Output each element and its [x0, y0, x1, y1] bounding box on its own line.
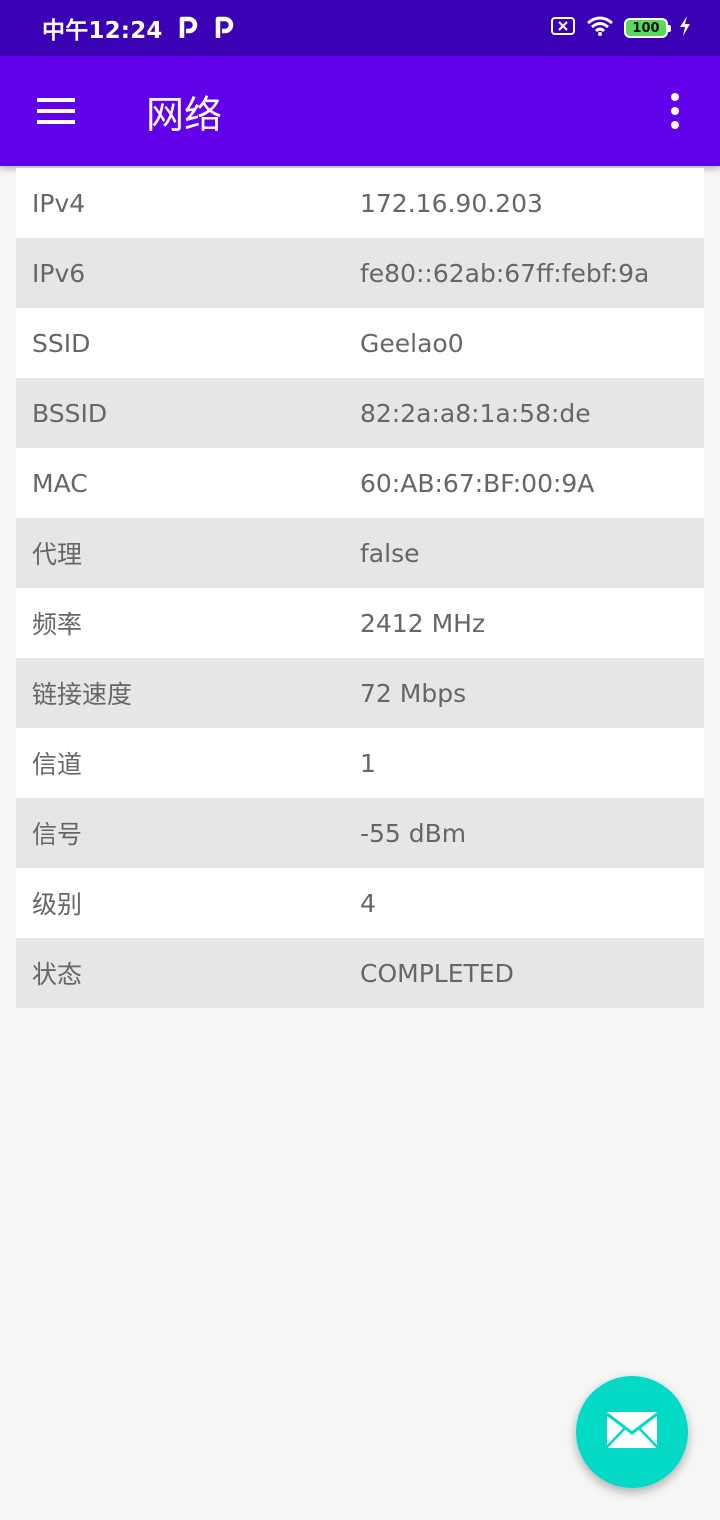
- overflow-menu-button[interactable]: [630, 56, 720, 166]
- page-title: 网络: [146, 92, 223, 137]
- email-icon: [606, 1411, 658, 1453]
- table-row: SSID Geelao0: [16, 308, 704, 378]
- table-row: 信号 -55 dBm: [16, 798, 704, 868]
- battery-level: 100: [632, 20, 660, 36]
- table-row: BSSID 82:2a:a8:1a:58:de: [16, 378, 704, 448]
- status-bar: 中午12:24 100: [0, 0, 720, 56]
- row-value: false: [360, 538, 420, 568]
- row-key: MAC: [32, 468, 88, 498]
- table-row: 状态 COMPLETED: [16, 938, 704, 1008]
- status-right: 100: [550, 15, 692, 41]
- row-value: -55 dBm: [360, 818, 467, 848]
- table-row: 链接速度 72 Mbps: [16, 658, 704, 728]
- row-key: 信道: [32, 750, 83, 779]
- wifi-icon: [586, 15, 614, 41]
- row-value: 82:2a:a8:1a:58:de: [360, 398, 591, 428]
- row-value: COMPLETED: [360, 958, 514, 988]
- email-fab-button[interactable]: [576, 1376, 688, 1488]
- table-row: 级别 4: [16, 868, 704, 938]
- row-value: 1: [360, 748, 376, 778]
- menu-button[interactable]: [0, 56, 112, 166]
- row-value: 72 Mbps: [360, 678, 467, 708]
- charging-icon: [678, 15, 692, 41]
- row-value: 172.16.90.203: [360, 188, 543, 218]
- table-row: MAC 60:AB:67:BF:00:9A: [16, 448, 704, 518]
- status-left: 中午12:24: [42, 11, 235, 45]
- row-value: fe80::62ab:67ff:febf:9a: [360, 258, 650, 288]
- row-value: Geelao0: [360, 328, 464, 358]
- p-icon: [177, 16, 199, 40]
- hamburger-icon: [37, 98, 75, 124]
- table-row: 信道 1: [16, 728, 704, 798]
- table-row: 代理 false: [16, 518, 704, 588]
- status-time: 中午12:24: [42, 18, 163, 44]
- table-row: 频率 2412 MHz: [16, 588, 704, 658]
- row-key: BSSID: [32, 398, 108, 428]
- row-key: IPv4: [32, 188, 86, 218]
- row-key: 信号: [32, 820, 83, 849]
- row-key: SSID: [32, 328, 91, 358]
- row-key: 级别: [32, 890, 83, 919]
- row-key: 频率: [32, 610, 83, 639]
- more-vert-icon: [671, 93, 679, 101]
- row-value: 60:AB:67:BF:00:9A: [360, 468, 595, 498]
- row-key: 链接速度: [32, 680, 133, 709]
- row-key: IPv6: [32, 258, 86, 288]
- app-bar: 网络: [0, 56, 720, 166]
- p-icon: [213, 16, 235, 40]
- network-info-table: IPv4 172.16.90.203 IPv6 fe80::62ab:67ff:…: [16, 168, 704, 1008]
- screen-off-icon: [550, 16, 576, 40]
- row-key: 代理: [32, 540, 83, 569]
- row-value: 4: [360, 888, 376, 918]
- battery-icon: 100: [624, 18, 671, 38]
- table-row: IPv4 172.16.90.203: [16, 168, 704, 238]
- table-row: IPv6 fe80::62ab:67ff:febf:9a: [16, 238, 704, 308]
- row-value: 2412 MHz: [360, 608, 486, 638]
- row-key: 状态: [32, 960, 83, 989]
